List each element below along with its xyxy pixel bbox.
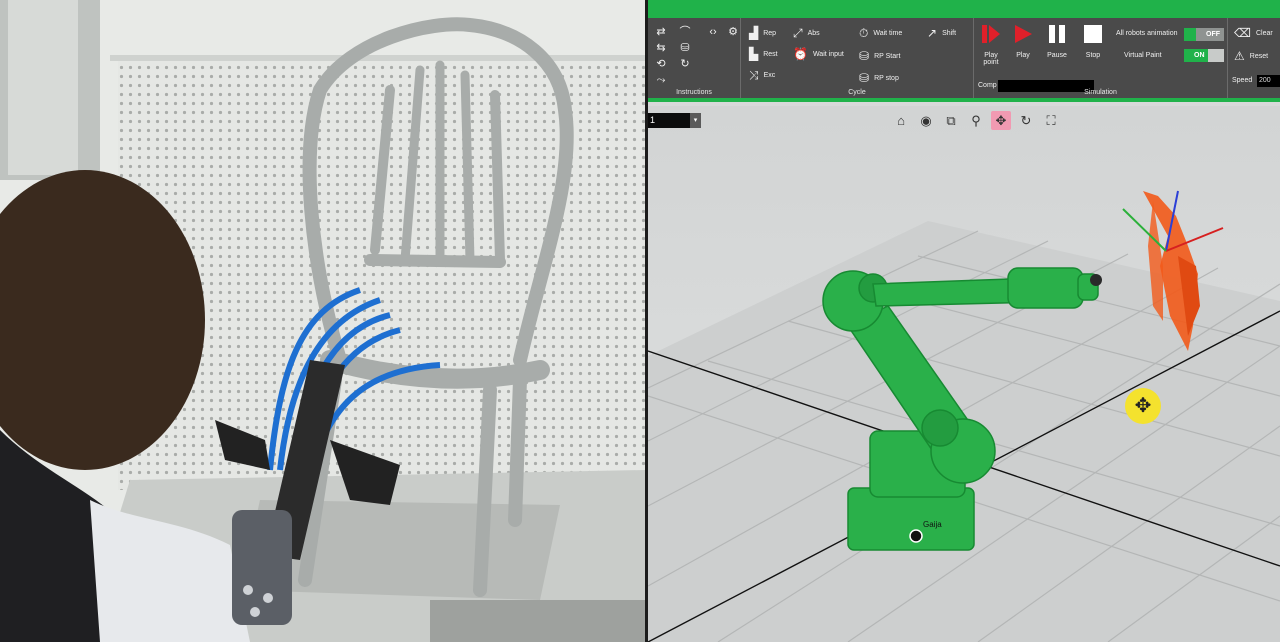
timer-icon: ⏱	[859, 26, 869, 40]
reset-button[interactable]: ⚠ Reset	[1234, 50, 1268, 62]
play-button[interactable]: Play	[1008, 24, 1038, 59]
instructions-group: ⇄ ⌒ ‹› ⚙ ⇆ ⛁ ⟲ ↻ ⤳ Instructions	[648, 18, 741, 98]
comp-label: Comp	[978, 82, 997, 89]
all-robots-animation-toggle[interactable]: OFF	[1184, 28, 1224, 41]
simulation-label: Simulation	[1084, 89, 1117, 96]
play-point-icon	[982, 25, 1000, 43]
path-icon[interactable]: ⤳	[654, 74, 668, 86]
fit-view-icon[interactable]: ⛶	[1041, 111, 1061, 130]
rotate-icon[interactable]: ↻	[1016, 111, 1036, 130]
virtual-paint-toggle[interactable]: ON	[1184, 49, 1224, 62]
zoom-region-icon[interactable]: ⧉	[941, 111, 961, 130]
pause-icon	[1049, 25, 1065, 43]
eraser-icon: ⌫	[1234, 26, 1251, 40]
clear-button[interactable]: ⌫ Clear	[1234, 27, 1273, 39]
tools-group: ⌫ Clear ⚠ Reset Speed 200	[1228, 18, 1280, 98]
rest-icon: ▙	[749, 47, 759, 61]
simulation-group: Play point Play Pause Stop All robots an…	[974, 18, 1228, 98]
loop-icon[interactable]: ⇄	[654, 26, 668, 38]
wait-input-icon: ⏰	[793, 47, 808, 61]
stop-icon	[1084, 25, 1102, 43]
code-icon[interactable]: ‹›	[706, 26, 720, 38]
wait-time-command[interactable]: ⏱ Wait time	[859, 27, 902, 39]
all-robots-animation-label: All robots animation	[1116, 30, 1178, 37]
rp-start-command[interactable]: ⛁ RP Start	[859, 50, 900, 62]
repeat-icon[interactable]: ⟲	[654, 58, 668, 70]
play-icon	[1015, 25, 1032, 43]
exclusion-icon: ⤨	[749, 68, 759, 82]
gear-icon[interactable]: ⚙	[726, 26, 740, 38]
robot-brand-label: Gaija	[923, 520, 942, 529]
zoom-icon[interactable]: ⚲	[966, 111, 986, 130]
shift-icon: ↗	[927, 26, 938, 40]
home-icon[interactable]: ⌂	[891, 111, 911, 130]
robot-selector[interactable]: 1 ▾	[648, 113, 701, 128]
stop-button[interactable]: Stop	[1078, 24, 1108, 59]
instructions-label: Instructions	[676, 89, 712, 96]
rep-command[interactable]: ▟ Rep	[749, 27, 776, 39]
focus-icon[interactable]: ◉	[916, 111, 936, 130]
exc-command[interactable]: ⤨ Exc	[749, 69, 775, 81]
pause-button[interactable]: Pause	[1042, 24, 1072, 59]
chevron-down-icon: ▾	[690, 113, 701, 128]
speed-input[interactable]: 200	[1257, 75, 1280, 87]
wait-input-command[interactable]: ⏰ Wait input	[793, 48, 844, 60]
rest-command[interactable]: ▙ Rest	[749, 48, 778, 60]
pan-icon[interactable]: ✥	[991, 111, 1011, 130]
database-stop-icon: ⛁	[859, 71, 870, 85]
robot-simulation-app: ⇄ ⌒ ‹› ⚙ ⇆ ⛁ ⟲ ↻ ⤳ Instructions ▟ Rep ⤢ …	[648, 0, 1280, 642]
3d-viewport[interactable]: Gaija 1 ▾ ⌂ ◉ ⧉ ⚲ ✥ ↻ ⛶ ✥	[648, 106, 1280, 642]
database-icon: ⛁	[859, 49, 870, 63]
rp-stop-command[interactable]: ⛁ RP stop	[859, 72, 899, 84]
scene-canvas: Gaija	[648, 190, 1280, 642]
arc-move-icon[interactable]: ⌒	[678, 26, 692, 38]
view-toolbar: ⌂ ◉ ⧉ ⚲ ✥ ↻ ⛶	[891, 111, 1061, 130]
title-bar	[648, 0, 1280, 18]
warning-icon: ⚠	[1234, 49, 1245, 63]
teaching-photo	[0, 0, 645, 642]
cycle-label: Cycle	[848, 89, 866, 96]
move-absolute-icon: ⤢	[793, 26, 803, 40]
move-cursor-icon: ✥	[1125, 388, 1161, 424]
shift-command[interactable]: ↗ Shift	[927, 27, 956, 39]
ribbon-toolbar: ⇄ ⌒ ‹› ⚙ ⇆ ⛁ ⟲ ↻ ⤳ Instructions ▟ Rep ⤢ …	[648, 18, 1280, 102]
speed-label: Speed	[1232, 77, 1253, 84]
cycle-group: ▟ Rep ⤢ Abs ▙ Rest ⏰ Wait input ⤨ Exc ⏱ …	[741, 18, 974, 98]
database-icon[interactable]: ⛁	[678, 42, 692, 54]
play-point-button[interactable]: Play point	[976, 24, 1006, 66]
virtual-paint-label: Virtual Paint	[1124, 52, 1162, 59]
step-icon: ▟	[749, 26, 759, 40]
abs-command[interactable]: ⤢ Abs	[793, 27, 820, 39]
refresh-icon[interactable]: ↻	[678, 58, 692, 70]
step-icon[interactable]: ⇆	[654, 42, 668, 54]
